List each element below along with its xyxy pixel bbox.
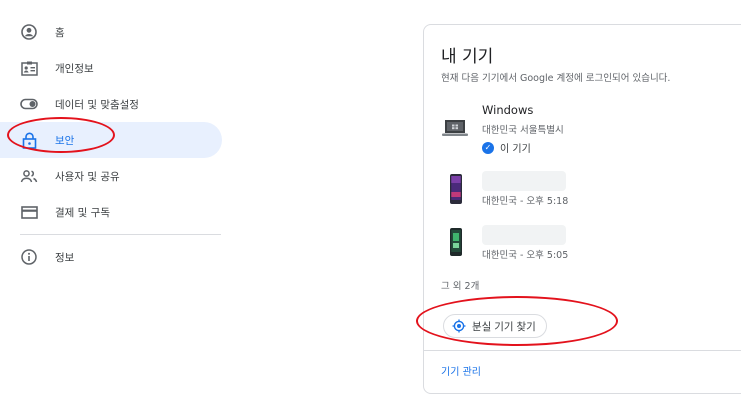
sidebar-item-about[interactable]: 정보 <box>0 239 225 275</box>
id-card-icon <box>20 59 38 77</box>
location-target-icon <box>452 319 466 333</box>
people-icon <box>20 167 38 185</box>
sidebar-item-payments[interactable]: 결제 및 구독 <box>0 194 225 230</box>
check-circle-icon: ✓ <box>482 141 494 154</box>
find-lost-device-button[interactable]: 분실 기기 찾기 <box>443 314 547 338</box>
redacted-device-name <box>482 225 566 245</box>
sidebar-item-label: 사용자 및 공유 <box>55 170 120 183</box>
sidebar-item-label: 정보 <box>55 251 75 264</box>
device-detail: 대한민국 서울특별시 <box>482 125 564 136</box>
sidebar-item-personal-info[interactable]: 개인정보 <box>0 50 225 86</box>
laptop-icon <box>442 119 468 141</box>
card-divider <box>424 350 741 351</box>
my-devices-card: 내 기기 현재 다음 기기에서 Google 계정에 로그인되어 있습니다. W… <box>423 24 741 394</box>
phone-icon <box>450 174 462 208</box>
device-detail: 대한민국 - 오후 5:18 <box>482 196 569 207</box>
sidebar-item-home[interactable]: 홈 <box>0 14 225 50</box>
sidebar-item-label: 보안 <box>55 134 75 147</box>
this-device-badge: ✓ 이 기기 <box>482 140 531 155</box>
sidebar-item-label: 데이터 및 맞춤설정 <box>55 98 139 111</box>
more-devices-text: 그 외 2개 <box>441 281 480 292</box>
credit-card-icon <box>20 203 38 221</box>
sidebar-item-label: 개인정보 <box>55 62 94 75</box>
this-device-label: 이 기기 <box>500 144 531 155</box>
device-name: Windows <box>482 103 534 117</box>
sidebar-item-data-privacy[interactable]: 데이터 및 맞춤설정 <box>0 86 225 122</box>
manage-devices-link[interactable]: 기기 관리 <box>441 363 481 378</box>
find-lost-device-label: 분실 기기 찾기 <box>472 320 536 333</box>
account-circle-icon <box>20 23 38 41</box>
card-title: 내 기기 <box>441 47 494 67</box>
sidebar-item-label: 홈 <box>55 26 65 39</box>
device-item[interactable]: 대한민국 - 오후 5:18 <box>424 171 741 213</box>
sidebar-item-people-sharing[interactable]: 사용자 및 공유 <box>0 158 225 194</box>
sidebar-divider <box>20 234 221 235</box>
sidebar-item-label: 결제 및 구독 <box>55 206 110 219</box>
card-subtitle: 현재 다음 기기에서 Google 계정에 로그인되어 있습니다. <box>441 73 671 84</box>
sidebar-nav: 홈 개인정보 데이터 및 맞춤설정 보안 사용자 및 공유 결제 및 구독 정보 <box>0 14 225 275</box>
device-item[interactable]: 대한민국 - 오후 5:05 <box>424 225 741 267</box>
device-item[interactable]: Windows 대한민국 서울특별시 ✓ 이 기기 <box>424 103 741 159</box>
lock-icon <box>20 131 38 149</box>
device-detail: 대한민국 - 오후 5:05 <box>482 250 569 261</box>
sidebar-item-security[interactable]: 보안 <box>0 122 222 158</box>
info-icon <box>20 248 38 266</box>
redacted-device-name <box>482 171 566 191</box>
toggle-icon <box>20 95 38 113</box>
phone-icon <box>450 228 462 260</box>
